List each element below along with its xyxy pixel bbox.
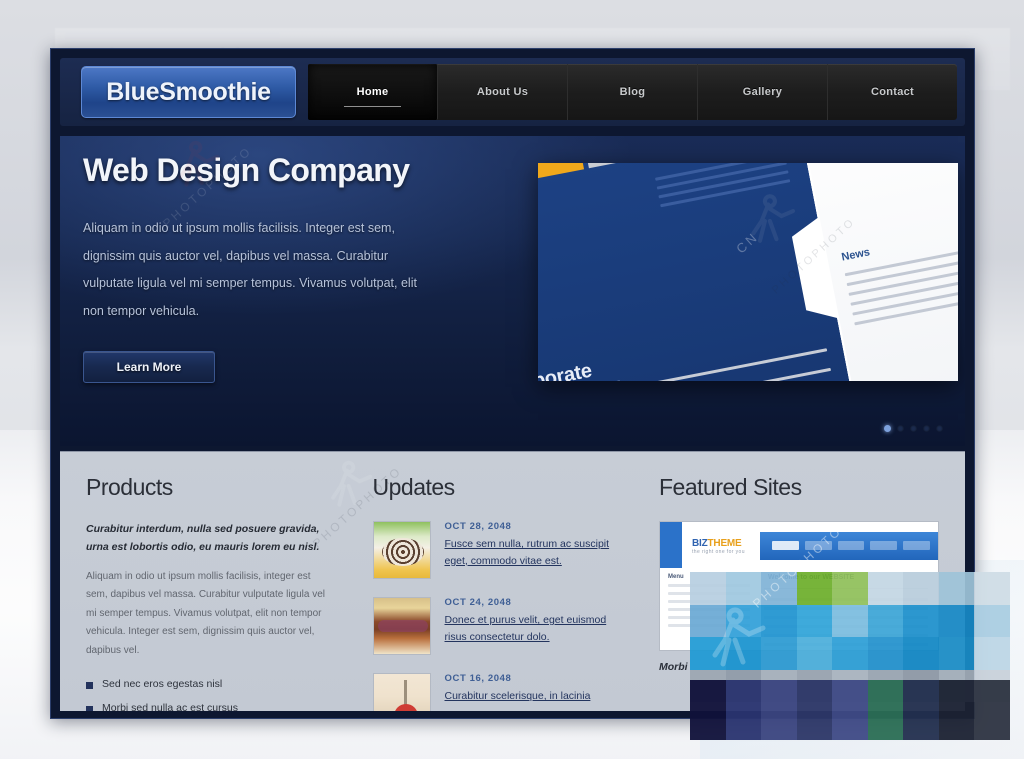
pixel-block bbox=[974, 637, 1010, 670]
update-item: OCT 16, 2048 Curabitur scelerisque, in l… bbox=[372, 673, 614, 711]
website-preview-panel: BlueSmoothie Home About Us Blog Gallery … bbox=[50, 48, 975, 719]
list-item[interactable]: Sed nec eros egestas nisl bbox=[86, 672, 327, 696]
hero-slider: Web Design Company Aliquam in odio ut ip… bbox=[60, 136, 965, 446]
screenshot-sidebar-accent bbox=[660, 522, 682, 568]
products-intro: Curabitur interdum, nulla sed posuere gr… bbox=[86, 523, 320, 553]
hero-mockup-image: Learn More Corporate WEB DESIGN TEMPLATE… bbox=[538, 163, 958, 381]
screenshot-menu bbox=[772, 541, 930, 550]
nav-item-contact[interactable]: Contact bbox=[828, 64, 957, 120]
nav-item-blog[interactable]: Blog bbox=[568, 64, 698, 120]
site-logo-text: BlueSmoothie bbox=[106, 77, 271, 106]
hero-paragraph: Aliquam in odio ut ipsum mollis facilisi… bbox=[83, 221, 417, 318]
update-item: OCT 28, 2048 Fusce sem nulla, rutrum ac … bbox=[372, 521, 614, 579]
update-text: OCT 24, 2048 Donec et purus velit, eget … bbox=[445, 597, 614, 655]
screenshot-body-lines bbox=[764, 598, 928, 650]
swirl-cake-photo-thumbnail[interactable] bbox=[372, 521, 431, 579]
update-title-link[interactable]: Curabitur scelerisque, in lacinia bbox=[445, 688, 614, 705]
update-date: OCT 28, 2048 bbox=[444, 521, 512, 532]
pixel-block bbox=[974, 680, 1010, 740]
mockup-inner: Learn More Corporate WEB DESIGN TEMPLATE… bbox=[538, 163, 958, 381]
screenshot-divider bbox=[764, 588, 928, 589]
burger-photo-thumbnail[interactable] bbox=[372, 597, 431, 655]
update-date: OCT 16, 2048 bbox=[444, 673, 512, 684]
screenshot-welcome-text: Welcome to our WEBSITE bbox=[768, 574, 855, 581]
content-columns: Products Curabitur interdum, nulla sed p… bbox=[60, 451, 965, 711]
learn-more-button[interactable]: Learn More bbox=[83, 351, 215, 383]
screenshot-brand: BIZTHEME the right one for you bbox=[692, 538, 745, 555]
update-item: OCT 24, 2048 Donec et purus velit, eget … bbox=[372, 597, 614, 655]
mockup-news-heading: News bbox=[840, 246, 872, 264]
updates-heading: Updates bbox=[372, 474, 456, 500]
screenshot-side-nav: Menu bbox=[668, 574, 750, 632]
slider-dot-3[interactable] bbox=[910, 425, 917, 432]
featured-site-caption: Morbi bbox=[659, 661, 688, 673]
update-title-link[interactable]: Donec et purus velit, eget euismod risus… bbox=[445, 612, 614, 646]
pixel-block bbox=[974, 604, 1010, 637]
featured-sites-heading: Featured Sites bbox=[659, 474, 802, 500]
products-list: Sed nec eros egestas nisl Morbi sed null… bbox=[86, 672, 327, 711]
products-body: Aliquam in odio ut ipsum mollis facilisi… bbox=[86, 570, 326, 656]
update-title-link[interactable]: Fusce sem nulla, rutrum ac suscipit eget… bbox=[445, 536, 614, 570]
featured-site-screenshot[interactable]: BIZTHEME the right one for you Welcome t… bbox=[659, 521, 939, 651]
pixel-block bbox=[974, 669, 1010, 702]
nav-item-home[interactable]: Home bbox=[308, 64, 438, 120]
screenshot-brand-theme: THEME bbox=[707, 538, 742, 549]
list-item[interactable]: Morbi sed nulla ac est cursus bbox=[86, 696, 327, 711]
hero-text-block: Web Design Company Aliquam in odio ut ip… bbox=[83, 152, 483, 383]
screenshot-nav-heading: Menu bbox=[668, 574, 684, 580]
nav-item-gallery[interactable]: Gallery bbox=[698, 64, 828, 120]
update-text: OCT 28, 2048 Fusce sem nulla, rutrum ac … bbox=[445, 521, 614, 579]
hero-title: Web Design Company bbox=[83, 152, 410, 188]
products-heading: Products bbox=[86, 474, 173, 500]
screenshot-brand-biz: BIZ bbox=[692, 538, 708, 549]
screenshot-tagline: the right one for you bbox=[692, 549, 745, 555]
featured-sites-column: Featured Sites BIZTHEME the right one fo… bbox=[659, 474, 939, 711]
nav-item-about-us[interactable]: About Us bbox=[438, 64, 568, 120]
cherry-dessert-photo-thumbnail[interactable] bbox=[372, 673, 431, 711]
site-logo[interactable]: BlueSmoothie bbox=[81, 66, 296, 118]
update-date: OCT 24, 2048 bbox=[444, 597, 512, 608]
site-header: BlueSmoothie Home About Us Blog Gallery … bbox=[60, 58, 965, 126]
main-navigation: Home About Us Blog Gallery Contact bbox=[308, 64, 957, 120]
slider-dot-2[interactable] bbox=[897, 425, 904, 432]
pixel-block bbox=[974, 572, 1010, 605]
slider-dot-5[interactable] bbox=[936, 425, 943, 432]
slider-pagination bbox=[884, 425, 943, 432]
slider-dot-4[interactable] bbox=[923, 425, 930, 432]
screenshot-stage: BlueSmoothie Home About Us Blog Gallery … bbox=[0, 0, 1024, 759]
updates-column: Updates OCT 28, 2048 Fusce sem nulla, ru… bbox=[372, 474, 614, 711]
products-column: Products Curabitur interdum, nulla sed p… bbox=[86, 474, 327, 711]
update-text: OCT 16, 2048 Curabitur scelerisque, in l… bbox=[445, 673, 614, 711]
slider-dot-1[interactable] bbox=[884, 425, 891, 432]
